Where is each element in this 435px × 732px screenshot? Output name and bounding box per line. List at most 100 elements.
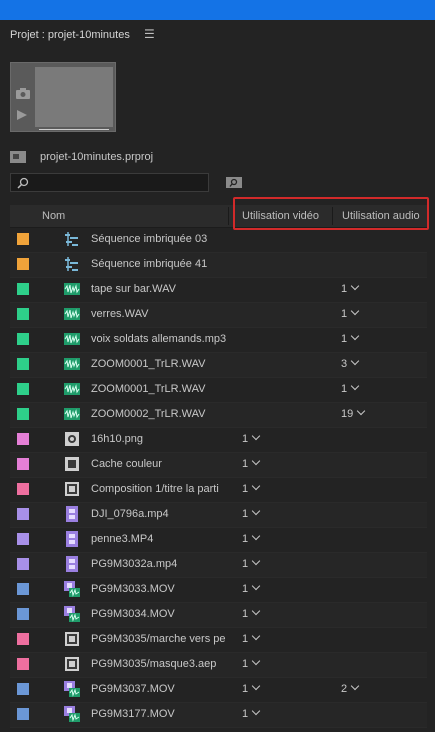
label-color-swatch[interactable]	[17, 508, 29, 520]
list-item[interactable]: PG9M3035/masque3.aep 1	[10, 653, 427, 678]
item-name[interactable]: DJI_0796a.mp4	[91, 508, 227, 520]
video-usage-count[interactable]: 1	[242, 681, 261, 695]
item-name[interactable]: tape sur bar.WAV	[91, 283, 227, 295]
label-color-swatch[interactable]	[17, 583, 29, 595]
list-item[interactable]: ZOOM0001_TrLR.WAV 1	[10, 378, 427, 403]
chevron-down-icon[interactable]	[350, 281, 360, 291]
scrollbar[interactable]	[427, 228, 435, 732]
item-name[interactable]: PG9M3037.MOV	[91, 683, 227, 695]
label-color-swatch[interactable]	[17, 558, 29, 570]
chevron-down-icon[interactable]	[251, 606, 261, 616]
chevron-down-icon[interactable]	[350, 356, 360, 366]
audio-usage-count[interactable]: 1	[341, 331, 360, 345]
chevron-down-icon[interactable]	[251, 556, 261, 566]
list-item[interactable]: DJI_0796a.mp4 1	[10, 503, 427, 528]
chevron-down-icon[interactable]	[251, 506, 261, 516]
chevron-down-icon[interactable]	[251, 431, 261, 441]
search-input[interactable]	[10, 173, 209, 192]
video-usage-count[interactable]: 1	[242, 656, 261, 670]
find-in-bin-icon[interactable]	[226, 176, 242, 188]
list-item[interactable]: voix soldats allemands.mp3 1	[10, 328, 427, 353]
item-name[interactable]: Cache couleur	[91, 458, 227, 470]
item-name[interactable]: Séquence imbriquée 41	[91, 258, 227, 270]
list-item[interactable]: Cache couleur 1	[10, 453, 427, 478]
chevron-down-icon[interactable]	[251, 681, 261, 691]
chevron-down-icon[interactable]	[251, 706, 261, 716]
label-color-swatch[interactable]	[17, 233, 29, 245]
item-name[interactable]: PG9M3032a.mp4	[91, 558, 227, 570]
label-color-swatch[interactable]	[17, 483, 29, 495]
label-color-swatch[interactable]	[17, 683, 29, 695]
list-item[interactable]: Composition 1/titre la parti 1	[10, 478, 427, 503]
play-icon[interactable]	[17, 110, 27, 120]
audio-usage-count[interactable]: 1	[341, 306, 360, 320]
chevron-down-icon[interactable]	[350, 306, 360, 316]
audio-usage-count[interactable]: 1	[341, 381, 360, 395]
chevron-down-icon[interactable]	[350, 331, 360, 341]
chevron-down-icon[interactable]	[251, 456, 261, 466]
video-usage-count[interactable]: 1	[242, 431, 261, 445]
audio-usage-count[interactable]: 2	[341, 681, 360, 695]
item-name[interactable]: PG9M3035/marche vers pe	[91, 633, 227, 645]
label-color-swatch[interactable]	[17, 608, 29, 620]
item-name[interactable]: ZOOM0001_TrLR.WAV	[91, 383, 227, 395]
item-name[interactable]: PG9M3035/masque3.aep	[91, 658, 227, 670]
chevron-down-icon[interactable]	[251, 656, 261, 666]
label-color-swatch[interactable]	[17, 533, 29, 545]
label-color-swatch[interactable]	[17, 358, 29, 370]
item-name[interactable]: ZOOM0002_TrLR.WAV	[91, 408, 227, 420]
chevron-down-icon[interactable]	[251, 481, 261, 491]
item-name[interactable]: Séquence imbriquée 03	[91, 233, 227, 245]
video-usage-count[interactable]: 1	[242, 556, 261, 570]
list-item[interactable]: PG9M3177.MOV 1	[10, 703, 427, 728]
list-item[interactable]: PG9M3032a.mp4 1	[10, 553, 427, 578]
chevron-down-icon[interactable]	[251, 631, 261, 641]
column-divider[interactable]	[228, 207, 229, 225]
item-name[interactable]: PG9M3034.MOV	[91, 608, 227, 620]
camera-icon[interactable]	[16, 88, 30, 99]
video-usage-count[interactable]: 1	[242, 506, 261, 520]
hamburger-icon[interactable]: ☰	[144, 27, 155, 41]
item-name[interactable]: verres.WAV	[91, 308, 227, 320]
list-item[interactable]: ZOOM0002_TrLR.WAV 19	[10, 403, 427, 428]
chevron-down-icon[interactable]	[357, 406, 366, 416]
list-item[interactable]: PG9M3037.MOV 1 2	[10, 678, 427, 703]
video-usage-count[interactable]: 1	[242, 706, 261, 720]
label-color-swatch[interactable]	[17, 433, 29, 445]
label-color-swatch[interactable]	[17, 458, 29, 470]
column-name[interactable]: Nom	[42, 210, 65, 222]
label-color-swatch[interactable]	[17, 708, 29, 720]
item-name[interactable]: PG9M3033.MOV	[91, 583, 227, 595]
label-color-swatch[interactable]	[17, 383, 29, 395]
list-item[interactable]: PG9M3033.MOV 1	[10, 578, 427, 603]
video-usage-count[interactable]: 1	[242, 456, 261, 470]
label-color-swatch[interactable]	[17, 308, 29, 320]
list-item[interactable]: PG9M3034.MOV 1	[10, 603, 427, 628]
label-color-swatch[interactable]	[17, 408, 29, 420]
list-item[interactable]: 16h10.png 1	[10, 428, 427, 453]
list-item[interactable]: PG9M3035/marche vers pe 1	[10, 628, 427, 653]
list-item[interactable]: ZOOM0001_TrLR.WAV 3	[10, 353, 427, 378]
audio-usage-count[interactable]: 3	[341, 356, 360, 370]
chevron-down-icon[interactable]	[251, 531, 261, 541]
list-item[interactable]: penne3.MP4 1	[10, 528, 427, 553]
video-usage-count[interactable]: 1	[242, 531, 261, 545]
list-item[interactable]: tape sur bar.WAV 1	[10, 278, 427, 303]
chevron-down-icon[interactable]	[251, 581, 261, 591]
item-name[interactable]: 16h10.png	[91, 433, 227, 445]
audio-usage-count[interactable]: 1	[341, 281, 360, 295]
label-color-swatch[interactable]	[17, 658, 29, 670]
label-color-swatch[interactable]	[17, 333, 29, 345]
item-name[interactable]: PG9M3177.MOV	[91, 708, 227, 720]
item-name[interactable]: voix soldats allemands.mp3	[91, 333, 227, 345]
list-item[interactable]: verres.WAV 1	[10, 303, 427, 328]
panel-title[interactable]: Projet : projet-10minutes	[10, 29, 130, 41]
list-item[interactable]: Séquence imbriquée 41	[10, 253, 427, 278]
label-color-swatch[interactable]	[17, 283, 29, 295]
item-name[interactable]: ZOOM0001_TrLR.WAV	[91, 358, 227, 370]
chevron-down-icon[interactable]	[350, 381, 360, 391]
label-color-swatch[interactable]	[17, 633, 29, 645]
audio-usage-count[interactable]: 19	[341, 406, 366, 420]
chevron-down-icon[interactable]	[350, 681, 360, 691]
list-item[interactable]: Séquence imbriquée 03	[10, 228, 427, 253]
